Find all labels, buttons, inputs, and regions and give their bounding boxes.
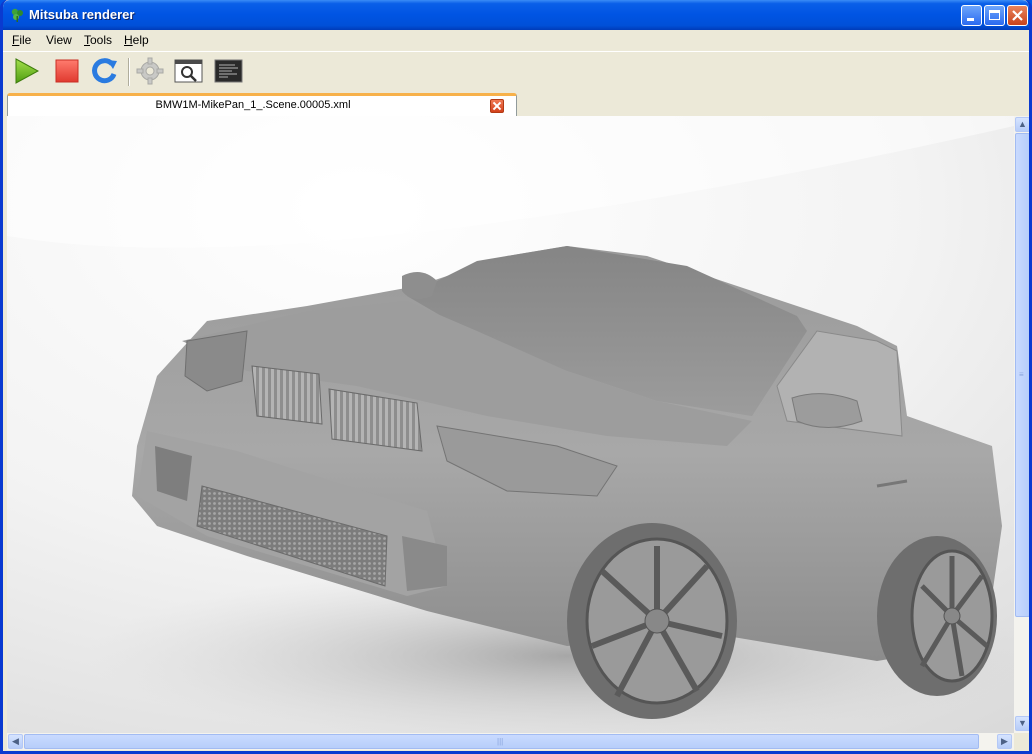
start-render-button[interactable] xyxy=(11,56,41,86)
tab-bar: BMW1M-MikePan_1_.Scene.00005.xml xyxy=(3,92,1029,116)
stop-icon xyxy=(55,59,79,83)
toolbar-separator xyxy=(128,58,130,86)
vertical-scrollbar[interactable]: ▲ ≡ ▼ xyxy=(1014,116,1029,733)
menu-tools[interactable]: Tools xyxy=(84,33,112,47)
scroll-right-arrow-icon[interactable]: ▶ xyxy=(997,734,1012,749)
maximize-button[interactable] xyxy=(984,5,1005,26)
menu-file[interactable]: File xyxy=(12,33,31,47)
window-title: Mitsuba renderer xyxy=(29,7,135,22)
horizontal-scrollbar[interactable]: ◀ ||| ▶ xyxy=(7,733,1014,750)
vertical-scroll-thumb[interactable]: ≡ xyxy=(1015,133,1029,617)
play-icon xyxy=(15,58,40,84)
mitsuba-leaf-icon xyxy=(11,8,23,22)
render-viewport[interactable] xyxy=(7,116,1014,733)
close-icon xyxy=(1012,10,1023,21)
car-render-image xyxy=(7,116,1014,733)
tab-scene[interactable]: BMW1M-MikePan_1_.Scene.00005.xml xyxy=(7,93,517,116)
rear-wheel xyxy=(877,536,997,696)
tab-close-icon[interactable] xyxy=(490,99,504,113)
toolbar xyxy=(3,51,1029,92)
stop-render-button[interactable] xyxy=(52,56,82,86)
refresh-button[interactable] xyxy=(90,56,120,86)
horizontal-scroll-thumb[interactable]: ||| xyxy=(24,734,979,749)
preview-button[interactable] xyxy=(174,56,204,86)
title-bar[interactable]: Mitsuba renderer xyxy=(3,0,1029,30)
refresh-icon xyxy=(92,58,117,84)
magnifier-window-icon xyxy=(174,59,203,83)
terminal-icon xyxy=(214,59,243,83)
scroll-left-arrow-icon[interactable]: ◀ xyxy=(8,734,23,749)
menu-view[interactable]: View xyxy=(46,33,72,47)
settings-button[interactable] xyxy=(135,56,165,86)
main-window: Mitsuba renderer File View Tools Help BM… xyxy=(0,0,1032,754)
minimize-button[interactable] xyxy=(961,5,982,26)
console-button[interactable] xyxy=(214,56,244,86)
scroll-up-arrow-icon[interactable]: ▲ xyxy=(1015,117,1029,132)
scroll-down-arrow-icon[interactable]: ▼ xyxy=(1015,716,1029,731)
gear-icon xyxy=(136,57,164,85)
menu-bar: File View Tools Help xyxy=(3,30,1029,50)
menu-help[interactable]: Help xyxy=(124,33,149,47)
tab-scene-label: BMW1M-MikePan_1_.Scene.00005.xml xyxy=(155,99,351,111)
close-button[interactable] xyxy=(1007,5,1028,26)
front-wheel xyxy=(567,523,737,719)
